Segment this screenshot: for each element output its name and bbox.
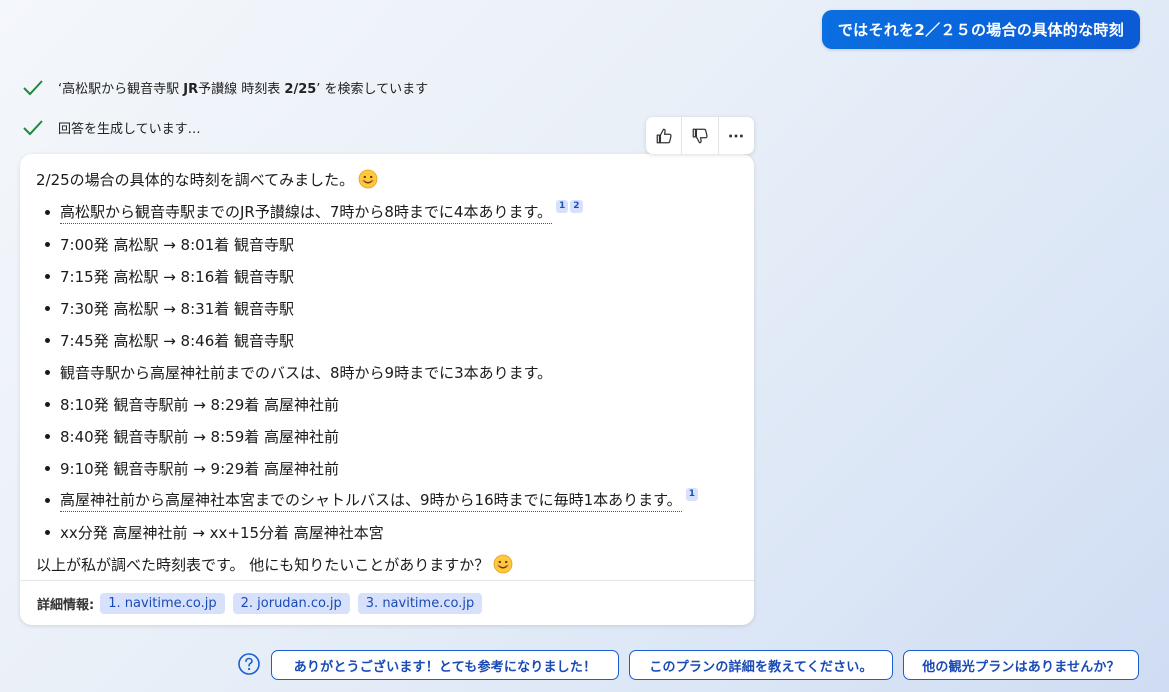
- list-item: 9:10発 観音寺駅前 → 9:29着 高屋神社前: [36, 452, 738, 484]
- help-icon[interactable]: [237, 652, 261, 676]
- answer-intro: 2/25の場合の具体的な時刻を調べてみました。: [36, 162, 738, 196]
- answer-outro: 以上が私が調べた時刻表です。 他にも知りたいことがありますか？: [36, 548, 738, 580]
- feedback-toolbar: [646, 117, 754, 154]
- search-progress-row: ‘高松駅から観音寺駅 JR予讃線 時刻表 2/25’ を検索しています: [22, 78, 428, 97]
- checkmark-icon: [23, 79, 43, 95]
- generating-status-text: 回答を生成しています…: [58, 122, 201, 137]
- cited-text[interactable]: 高屋神社前から高屋神社本宮までのシャトルバスは、9時から16時までに毎時1本あり…: [60, 489, 682, 512]
- list-item: 7:30発 高松駅 → 8:31着 観音寺駅: [36, 292, 738, 324]
- sources-label: 詳細情報:: [37, 597, 95, 613]
- list-item: xx分発 高屋神社前 → xx+15分着 高屋神社本宮: [36, 516, 738, 548]
- source-link-1[interactable]: 1. navitime.co.jp: [100, 592, 225, 614]
- user-message-bubble: ではそれを2／２５の場合の具体的な時刻: [821, 10, 1140, 49]
- smile-emoji-icon: [493, 554, 513, 574]
- more-icon: [729, 134, 744, 137]
- source-link-3[interactable]: 3. navitime.co.jp: [357, 592, 483, 614]
- checkmark-icon: [23, 119, 43, 135]
- list-item: 8:40発 観音寺駅前 → 8:59着 高屋神社前: [36, 420, 738, 452]
- answer-body: 2/25の場合の具体的な時刻を調べてみました。 高松駅から観音寺駅までのJR予讃…: [20, 154, 754, 580]
- suggestion-button-thanks[interactable]: ありがとうございます！とても参考になりました！: [271, 650, 619, 680]
- sources-footer: 詳細情報: 1. navitime.co.jp 2. jorudan.co.jp…: [20, 580, 754, 625]
- list-item: 7:00発 高松駅 → 8:01着 観音寺駅: [36, 228, 738, 260]
- dislike-button[interactable]: [682, 117, 717, 154]
- source-link-2[interactable]: 2. jorudan.co.jp: [232, 592, 350, 614]
- list-item: 7:45発 高松駅 → 8:46着 観音寺駅: [36, 324, 738, 356]
- cited-text[interactable]: 高松駅から観音寺駅までのJR予讃線は、7時から8時までに4本あります。: [60, 201, 552, 224]
- suggestion-button-details[interactable]: このプランの詳細を教えてください。: [629, 650, 893, 680]
- suggestion-button-other-plans[interactable]: 他の観光プランはありませんか？: [903, 650, 1139, 680]
- list-item: 高松駅から観音寺駅までのJR予讃線は、7時から8時までに4本あります。 1 2: [36, 196, 738, 228]
- search-status-text: ‘高松駅から観音寺駅 JR予讃線 時刻表 2/25’ を検索しています: [58, 82, 429, 97]
- citation-2[interactable]: 2: [570, 199, 583, 213]
- thumbs-up-icon: [656, 128, 672, 143]
- thumbs-down-icon: [692, 128, 708, 143]
- like-button[interactable]: [646, 117, 681, 154]
- smile-emoji-icon: [358, 169, 378, 189]
- more-options-button[interactable]: [719, 117, 754, 154]
- list-item: 8:10発 観音寺駅前 → 8:29着 高屋神社前: [36, 388, 738, 420]
- user-message-text: ではそれを2／２５の場合の具体的な時刻: [837, 21, 1124, 39]
- citation-1[interactable]: 1: [685, 487, 698, 501]
- answer-card: 2/25の場合の具体的な時刻を調べてみました。 高松駅から観音寺駅までのJR予讃…: [20, 154, 754, 625]
- list-item: 7:15発 高松駅 → 8:16着 観音寺駅: [36, 260, 738, 292]
- list-item: 高屋神社前から高屋神社本宮までのシャトルバスは、9時から16時までに毎時1本あり…: [36, 484, 738, 516]
- list-item: 観音寺駅から高屋神社前までのバスは、8時から9時までに3本あります。: [36, 356, 738, 388]
- citation-1[interactable]: 1: [555, 199, 569, 213]
- generating-progress-row: 回答を生成しています…: [22, 118, 201, 137]
